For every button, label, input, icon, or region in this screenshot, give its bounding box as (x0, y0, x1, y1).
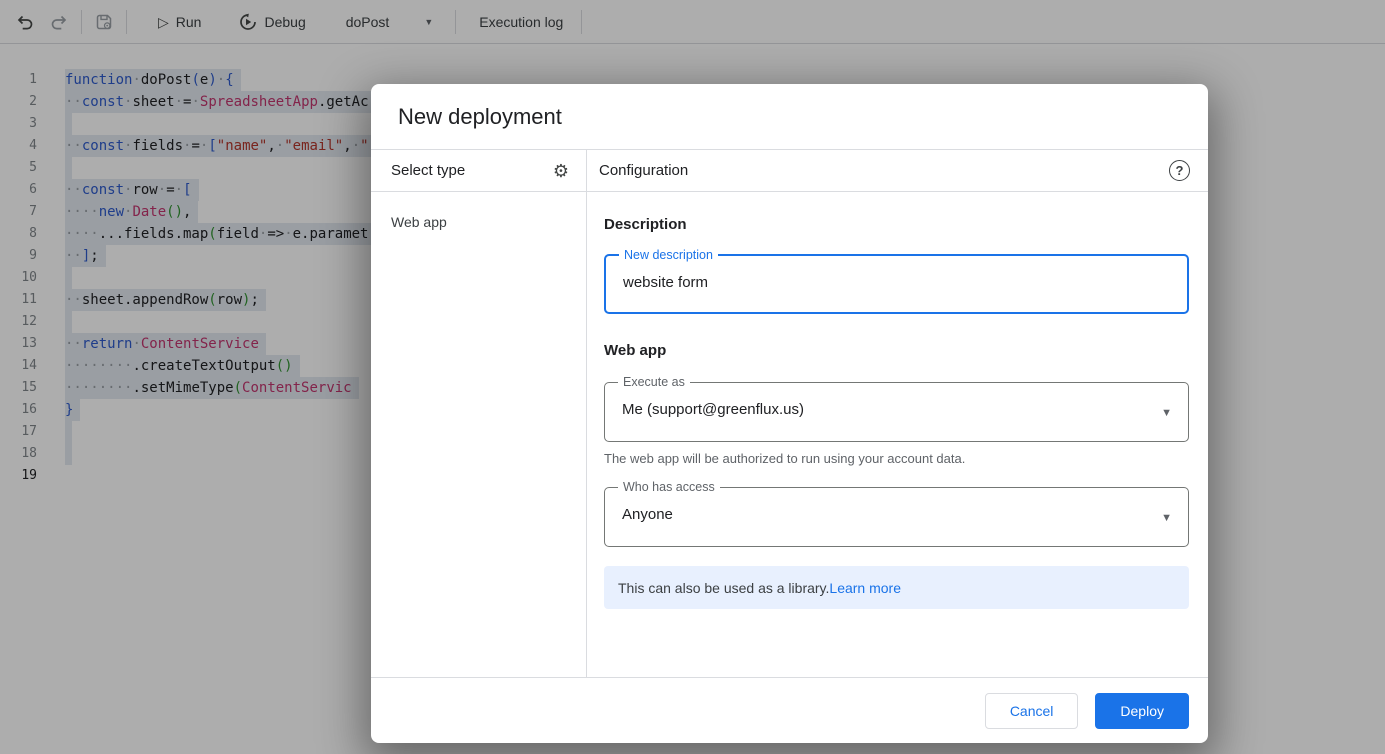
cancel-button[interactable]: Cancel (985, 693, 1079, 729)
who-has-access-select[interactable]: Who has access Anyone ▼ (604, 487, 1189, 547)
dialog-section-headers: Select type ⚙ Configuration ? (371, 150, 1208, 192)
dialog-body: Web app Description New description Web … (371, 192, 1208, 677)
description-field: New description (604, 254, 1189, 314)
library-info-text: This can also be used as a library. (618, 580, 829, 596)
who-has-access-label: Who has access (618, 480, 720, 494)
deployment-type-web-app[interactable]: Web app (391, 209, 586, 235)
execute-as-helper-text: The web app will be authorized to run us… (604, 451, 1190, 466)
new-deployment-dialog: New deployment Select type ⚙ Configurati… (371, 84, 1208, 743)
help-icon[interactable]: ? (1169, 160, 1190, 181)
description-field-label: New description (619, 248, 718, 262)
chevron-down-icon: ▼ (1161, 512, 1172, 524)
configuration-label: Configuration (599, 162, 688, 179)
gear-icon[interactable]: ⚙ (553, 162, 569, 180)
chevron-down-icon: ▼ (1161, 407, 1172, 419)
learn-more-link[interactable]: Learn more (829, 580, 901, 596)
execute-as-select[interactable]: Execute as Me (support@greenflux.us) ▼ (604, 382, 1189, 442)
configuration-header: Configuration ? (587, 150, 1208, 191)
select-type-header: Select type ⚙ (371, 150, 587, 191)
apps-script-window: ▷ Run Debug doPost ▼ Execution log 12345… (0, 0, 1385, 754)
dialog-title: New deployment (398, 104, 562, 130)
execute-as-label: Execute as (618, 375, 690, 389)
configuration-panel: Description New description Web app Exec… (587, 192, 1208, 677)
who-has-access-value: Anyone (622, 506, 1142, 523)
deploy-button[interactable]: Deploy (1095, 693, 1189, 729)
dialog-footer: Cancel Deploy (371, 677, 1208, 743)
library-info-banner: This can also be used as a library. Lear… (604, 566, 1189, 609)
description-heading: Description (604, 216, 1190, 233)
dialog-header: New deployment (371, 84, 1208, 150)
web-app-heading: Web app (604, 342, 1190, 359)
select-type-label: Select type (391, 162, 465, 179)
deployment-type-list: Web app (371, 192, 587, 677)
execute-as-value: Me (support@greenflux.us) (622, 401, 1142, 418)
description-input[interactable] (623, 274, 1143, 291)
